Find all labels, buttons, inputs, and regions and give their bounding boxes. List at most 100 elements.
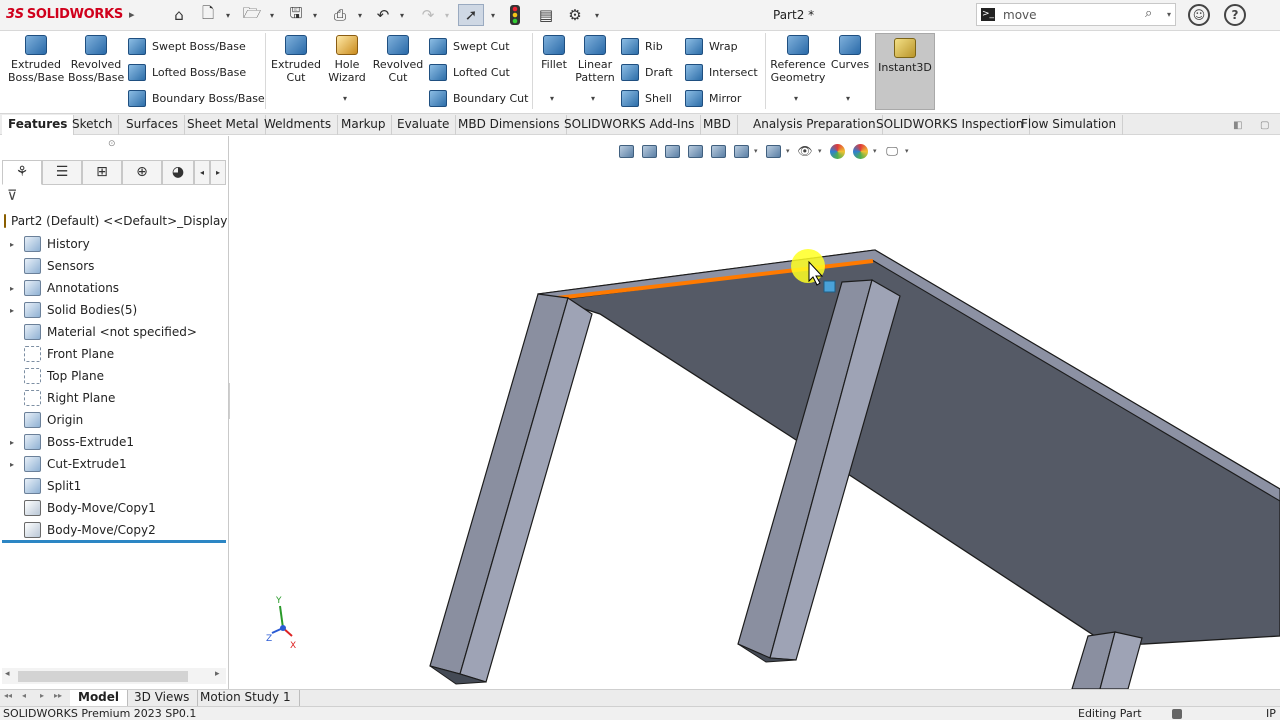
view-settings-icon[interactable]: 🖵 (882, 142, 902, 160)
intersect-button[interactable]: Intersect (685, 64, 758, 81)
tab-flow-simulation[interactable]: Flow Simulation (1015, 115, 1124, 135)
feature-tree-tab-icon[interactable]: ⚘ (2, 160, 42, 185)
draft-button[interactable]: Draft (621, 64, 673, 81)
tree-item[interactable]: ▸ History (10, 234, 90, 254)
shell-button[interactable]: Shell (621, 90, 672, 107)
tree-item[interactable]: Right Plane (10, 388, 115, 408)
wrap-button[interactable]: Wrap (685, 38, 738, 55)
boundary-boss-button[interactable]: Boundary Boss/Base (128, 90, 265, 107)
scroll-left-icon[interactable]: ◂ (5, 669, 10, 679)
restore-pane-icon[interactable]: ◧ (1233, 120, 1242, 131)
options-dropdown-icon[interactable]: ▾ (593, 4, 601, 26)
dimxpert-tab-icon[interactable]: ⊕ (122, 160, 162, 185)
tab-solidworks-inspection[interactable]: SOLIDWORKS Inspection (870, 115, 1031, 135)
view-orientation-icon[interactable] (731, 142, 751, 160)
lofted-cut-button[interactable]: Lofted Cut (429, 64, 510, 81)
tree-item[interactable]: Top Plane (10, 366, 104, 386)
menu-expand-icon[interactable]: ▸ (129, 8, 135, 21)
edit-appearance-icon[interactable] (827, 142, 847, 160)
section-view-icon[interactable] (685, 142, 705, 160)
reference-geometry-button[interactable]: Reference Geometry (769, 35, 827, 84)
next-tab-icon[interactable]: ▸ (40, 691, 44, 700)
search-icon[interactable]: ⌕ (1145, 6, 1152, 21)
tab-scroll-left-icon[interactable]: ◂ (194, 160, 210, 185)
hide-show-dropdown-icon[interactable]: ▾ (818, 147, 824, 155)
tree-item[interactable]: Material <not specified> (10, 322, 197, 342)
linear-pattern-button[interactable]: Linear Pattern (573, 35, 617, 84)
tab-solidworks-addins[interactable]: SOLIDWORKS Add-Ins (558, 115, 702, 135)
help-icon[interactable]: ? (1224, 4, 1246, 26)
search-box[interactable]: >_ ⌕ ▾ (976, 3, 1176, 26)
tab-3d-views[interactable]: 3D Views (126, 690, 199, 706)
rebuild-status-icon[interactable] (1172, 709, 1182, 719)
tree-item[interactable]: Front Plane (10, 344, 114, 364)
select-pointer-icon[interactable]: ➚ (458, 4, 484, 26)
tab-features[interactable]: Features (2, 115, 75, 135)
lofted-boss-button[interactable]: Lofted Boss/Base (128, 64, 246, 81)
graphics-viewport[interactable]: Y X Z (230, 136, 1280, 689)
curves-button[interactable]: Curves (830, 35, 870, 71)
tree-item[interactable]: Origin (10, 410, 83, 430)
expand-arrow-icon[interactable]: ▸ (10, 306, 24, 315)
redo-icon[interactable]: ↷ (418, 4, 438, 26)
property-manager-tab-icon[interactable]: ☰ (42, 160, 82, 185)
boundary-cut-button[interactable]: Boundary Cut (429, 90, 528, 107)
tab-motion-study-1[interactable]: Motion Study 1 (192, 690, 300, 706)
zoom-to-area-icon[interactable] (639, 142, 659, 160)
redo-dropdown-icon[interactable]: ▾ (443, 4, 451, 26)
new-document-icon[interactable]: 🗋 (198, 4, 218, 26)
hole-wizard-dropdown-icon[interactable]: ▾ (343, 94, 347, 103)
search-dropdown-icon[interactable]: ▾ (1167, 10, 1171, 19)
options-gear-icon[interactable]: ⚙ (564, 4, 586, 26)
user-account-icon[interactable]: ☺ (1188, 4, 1210, 26)
instant3d-button[interactable]: Instant3D (875, 33, 935, 110)
revolved-boss-button[interactable]: Revolved Boss/Base (68, 35, 124, 84)
tree-item[interactable]: ▸ Solid Bodies(5) (10, 300, 137, 320)
model-view[interactable]: Y X Z (230, 136, 1280, 689)
tab-weldments[interactable]: Weldments (258, 115, 339, 135)
home-icon[interactable]: ⌂ (168, 4, 190, 26)
first-tab-icon[interactable]: ◂◂ (4, 691, 12, 700)
select-dropdown-icon[interactable]: ▾ (489, 4, 497, 26)
tree-horizontal-scrollbar[interactable]: ◂ ▸ (2, 668, 226, 684)
tab-evaluate[interactable]: Evaluate (391, 115, 457, 135)
tree-item[interactable]: Sensors (10, 256, 94, 276)
search-input[interactable] (1003, 7, 1123, 23)
tree-item[interactable]: Body-Move/Copy2 (10, 520, 156, 540)
file-properties-icon[interactable]: ▤ (535, 4, 557, 26)
undo-icon[interactable]: ↶ (373, 4, 393, 26)
tree-item[interactable]: ▸ Annotations (10, 278, 119, 298)
tab-model[interactable]: Model (70, 690, 129, 706)
table-top-underside[interactable] (537, 249, 1280, 647)
rebuild-traffic-light-icon[interactable] (506, 4, 524, 26)
zoom-to-fit-icon[interactable] (616, 142, 636, 160)
print-icon[interactable]: ⎙ (328, 4, 352, 26)
tree-item[interactable]: Body-Move/Copy1 (10, 498, 156, 518)
scene-dropdown-icon[interactable]: ▾ (873, 147, 879, 155)
display-style-dropdown-icon[interactable]: ▾ (786, 147, 792, 155)
configuration-manager-tab-icon[interactable]: ⊞ (82, 160, 122, 185)
tree-item[interactable]: Split1 (10, 476, 81, 496)
hide-show-items-icon[interactable]: 👁 (795, 142, 815, 160)
expand-arrow-icon[interactable]: ▸ (10, 438, 24, 447)
tree-item[interactable]: ▸ Boss-Extrude1 (10, 432, 134, 452)
previous-view-icon[interactable] (662, 142, 682, 160)
prev-tab-icon[interactable]: ◂ (22, 691, 26, 700)
scroll-thumb[interactable] (18, 671, 188, 682)
save-dropdown-icon[interactable]: ▾ (311, 4, 319, 26)
tab-markup[interactable]: Markup (335, 115, 393, 135)
tab-surfaces[interactable]: Surfaces (120, 115, 185, 135)
last-tab-icon[interactable]: ▸▸ (54, 691, 62, 700)
open-dropdown-icon[interactable]: ▾ (268, 4, 276, 26)
panel-grip-icon[interactable]: ⊙ (108, 139, 116, 149)
view-orientation-dropdown-icon[interactable]: ▾ (754, 147, 760, 155)
fillet-dropdown-icon[interactable]: ▾ (550, 94, 554, 103)
status-units[interactable]: IP (1266, 707, 1276, 720)
apply-scene-icon[interactable] (850, 142, 870, 160)
tab-sheet-metal[interactable]: Sheet Metal (181, 115, 266, 135)
rollback-bar[interactable] (2, 540, 226, 543)
extruded-boss-button[interactable]: Extruded Boss/Base (8, 35, 64, 84)
rib-button[interactable]: Rib (621, 38, 663, 55)
open-icon[interactable]: 🗁 (241, 4, 263, 26)
curves-dropdown-icon[interactable]: ▾ (846, 94, 850, 103)
